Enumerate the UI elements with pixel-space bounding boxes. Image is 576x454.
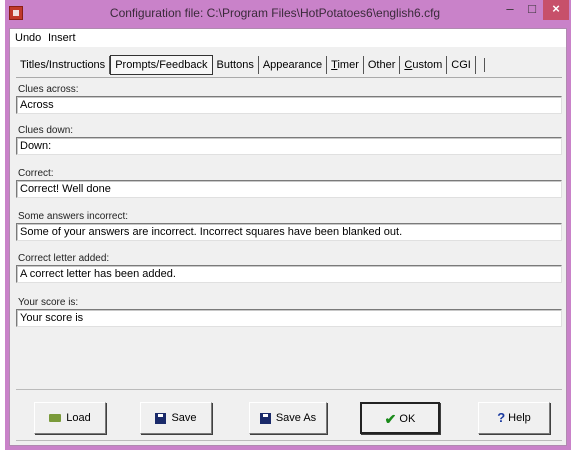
tab-divider bbox=[476, 58, 485, 73]
tab-prompts-feedback[interactable]: Prompts/Feedback bbox=[110, 55, 213, 75]
help-button[interactable]: ? Help bbox=[478, 402, 550, 434]
title-bar[interactable]: Configuration file: C:\Program Files\Hot… bbox=[5, 0, 571, 28]
window-title: Configuration file: C:\Program Files\Hot… bbox=[109, 6, 441, 20]
clues-down-input[interactable]: Down: bbox=[16, 137, 562, 155]
menu-bar: Undo Insert bbox=[10, 29, 566, 47]
clues-across-label: Clues across: bbox=[18, 84, 79, 95]
ok-label: OK bbox=[399, 413, 416, 425]
your-score-input[interactable]: Your score is bbox=[16, 309, 562, 327]
config-window: Configuration file: C:\Program Files\Hot… bbox=[5, 0, 571, 450]
tab-strip: Titles/Instructions Prompts/Feedback Butto… bbox=[16, 55, 485, 75]
ok-button[interactable]: ✔ OK bbox=[360, 402, 440, 434]
client-area: Undo Insert Titles/Instructions Prompts/F… bbox=[9, 28, 567, 446]
menu-undo[interactable]: Undo bbox=[15, 32, 41, 44]
correct-input[interactable]: Correct! Well done bbox=[16, 180, 562, 198]
tab-timer[interactable]: Timer bbox=[327, 56, 364, 74]
save-label: Save bbox=[171, 412, 197, 424]
correct-label: Correct: bbox=[18, 168, 54, 179]
folder-icon bbox=[49, 414, 62, 423]
floppy-disk-icon bbox=[155, 412, 167, 424]
save-as-label: Save As bbox=[275, 412, 317, 424]
some-incorrect-label: Some answers incorrect: bbox=[18, 211, 129, 222]
minimize-button[interactable]: – bbox=[499, 0, 521, 20]
menu-insert[interactable]: Insert bbox=[48, 32, 76, 44]
correct-letter-label: Correct letter added: bbox=[18, 253, 110, 264]
maximize-button[interactable]: □ bbox=[521, 0, 543, 20]
close-button[interactable]: × bbox=[543, 0, 569, 20]
checkmark-icon: ✔ bbox=[384, 411, 397, 428]
clues-down-label: Clues down: bbox=[18, 125, 74, 136]
tab-buttons[interactable]: Buttons bbox=[213, 56, 259, 74]
your-score-label: Your score is: bbox=[18, 297, 79, 308]
prompts-feedback-panel: Clues across: Across Clues down: Down: C… bbox=[16, 77, 562, 373]
load-button[interactable]: Load bbox=[34, 402, 106, 434]
save-as-button[interactable]: Save As bbox=[249, 402, 327, 434]
help-label: Help bbox=[508, 412, 531, 424]
floppy-disk-icon bbox=[259, 412, 271, 424]
tab-custom[interactable]: Custom bbox=[400, 56, 448, 74]
correct-letter-input[interactable]: A correct letter has been added. bbox=[16, 265, 562, 283]
load-label: Load bbox=[66, 412, 91, 424]
tab-other[interactable]: Other bbox=[364, 56, 401, 74]
tab-appearance[interactable]: Appearance bbox=[259, 56, 328, 74]
tab-cgi[interactable]: CGI bbox=[447, 56, 476, 74]
question-mark-icon: ? bbox=[497, 410, 506, 426]
button-bar: Load Save Save As ✔ OK ? Help bbox=[16, 389, 562, 441]
some-incorrect-input[interactable]: Some of your answers are incorrect. Inco… bbox=[16, 223, 562, 241]
save-button[interactable]: Save bbox=[140, 402, 212, 434]
app-icon[interactable] bbox=[9, 6, 23, 20]
tab-titles-instructions[interactable]: Titles/Instructions bbox=[16, 56, 111, 74]
clues-across-input[interactable]: Across bbox=[16, 96, 562, 114]
